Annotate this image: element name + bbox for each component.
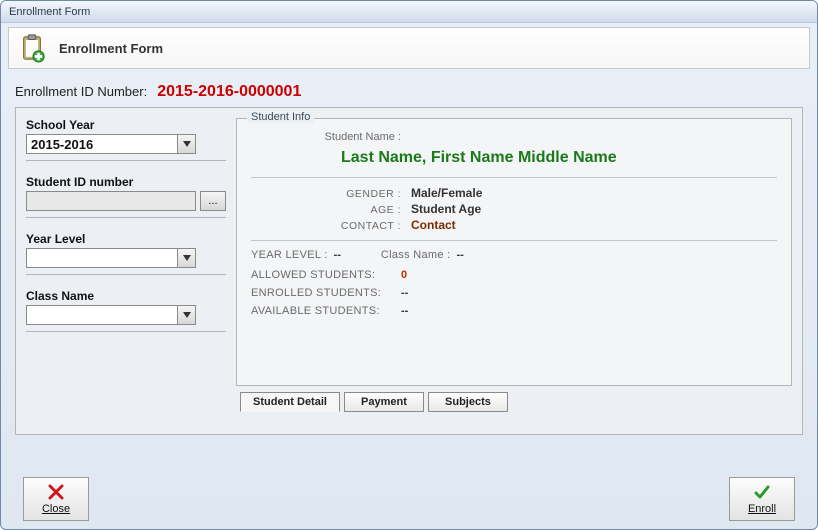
divider	[251, 177, 777, 178]
class-name-block: Class Name	[26, 289, 226, 332]
enroll-label: Enroll	[748, 503, 776, 515]
divider	[251, 240, 777, 241]
enrollment-window: Enrollment Form Enrollment Form Enrollme…	[0, 0, 818, 530]
age-value: Student Age	[411, 202, 481, 216]
class-name-value	[27, 306, 177, 324]
right-column: Student Info Student Name : Last Name, F…	[236, 118, 792, 424]
counts-block: ALLOWED STUDENTS: 0 ENROLLED STUDENTS: -…	[251, 269, 777, 317]
student-info-panel: Student Info Student Name : Last Name, F…	[236, 118, 792, 386]
bottom-bar: Close Enroll	[1, 469, 817, 529]
school-year-value: 2015-2016	[27, 135, 177, 153]
class-summary-row: YEAR LEVEL : -- Class Name : --	[251, 249, 777, 261]
header-band: Enrollment Form	[8, 27, 810, 69]
divider	[26, 217, 226, 218]
window-title: Enrollment Form	[9, 6, 90, 18]
student-name-label: Student Name :	[251, 131, 411, 143]
info-class-name-value: --	[457, 249, 464, 261]
window-titlebar: Enrollment Form	[1, 1, 817, 23]
chevron-down-icon[interactable]	[177, 306, 195, 324]
student-name-value: Last Name, First Name Middle Name	[341, 149, 777, 167]
contact-label: CONTACT :	[251, 220, 411, 232]
check-icon	[753, 483, 771, 501]
student-id-browse-button[interactable]: ...	[200, 191, 226, 211]
header-title: Enrollment Form	[59, 41, 163, 56]
year-level-block: Year Level	[26, 232, 226, 275]
enrolled-value: --	[401, 287, 408, 299]
clipboard-add-icon	[17, 33, 47, 63]
chevron-down-icon[interactable]	[177, 135, 195, 153]
enrollment-id-value: 2015-2016-0000001	[157, 83, 301, 101]
age-label: AGE :	[251, 204, 411, 216]
info-class-name-label: Class Name :	[381, 249, 451, 261]
student-id-input[interactable]	[26, 191, 196, 211]
chevron-down-icon[interactable]	[177, 249, 195, 267]
enrolled-label: ENROLLED STUDENTS:	[251, 287, 401, 299]
main-panel: School Year 2015-2016 Student ID number	[15, 107, 803, 435]
student-id-label: Student ID number	[26, 175, 226, 189]
tab-row: Student Detail Payment Subjects	[236, 392, 792, 412]
enrollment-id-row: Enrollment ID Number: 2015-2016-0000001	[15, 83, 803, 101]
year-level-value	[27, 249, 177, 267]
divider	[26, 160, 226, 161]
divider	[26, 331, 226, 332]
ellipsis-icon: ...	[208, 195, 217, 207]
contact-value: Contact	[411, 218, 456, 232]
year-level-select[interactable]	[26, 248, 196, 268]
enroll-button[interactable]: Enroll	[729, 477, 795, 521]
available-label: AVAILABLE STUDENTS:	[251, 305, 401, 317]
info-year-level-label: YEAR LEVEL :	[251, 249, 328, 261]
left-column: School Year 2015-2016 Student ID number	[26, 118, 236, 424]
student-id-block: Student ID number ...	[26, 175, 226, 218]
year-level-label: Year Level	[26, 232, 226, 246]
info-year-level-value: --	[334, 249, 341, 261]
student-info-legend: Student Info	[247, 111, 314, 123]
allowed-label: ALLOWED STUDENTS:	[251, 269, 401, 281]
school-year-label: School Year	[26, 118, 226, 132]
allowed-value: 0	[401, 269, 407, 281]
school-year-block: School Year 2015-2016	[26, 118, 226, 161]
gender-label: GENDER :	[251, 188, 411, 200]
close-button[interactable]: Close	[23, 477, 89, 521]
class-name-select[interactable]	[26, 305, 196, 325]
enrollment-id-label: Enrollment ID Number:	[15, 84, 147, 99]
student-id-value	[27, 192, 195, 210]
close-icon	[47, 483, 65, 501]
school-year-select[interactable]: 2015-2016	[26, 134, 196, 154]
tab-subjects[interactable]: Subjects	[428, 392, 508, 412]
divider	[26, 274, 226, 275]
available-value: --	[401, 305, 408, 317]
tab-payment[interactable]: Payment	[344, 392, 424, 412]
close-label: Close	[42, 503, 70, 515]
gender-value: Male/Female	[411, 186, 482, 200]
tab-student-detail[interactable]: Student Detail	[240, 392, 340, 412]
class-name-label: Class Name	[26, 289, 226, 303]
